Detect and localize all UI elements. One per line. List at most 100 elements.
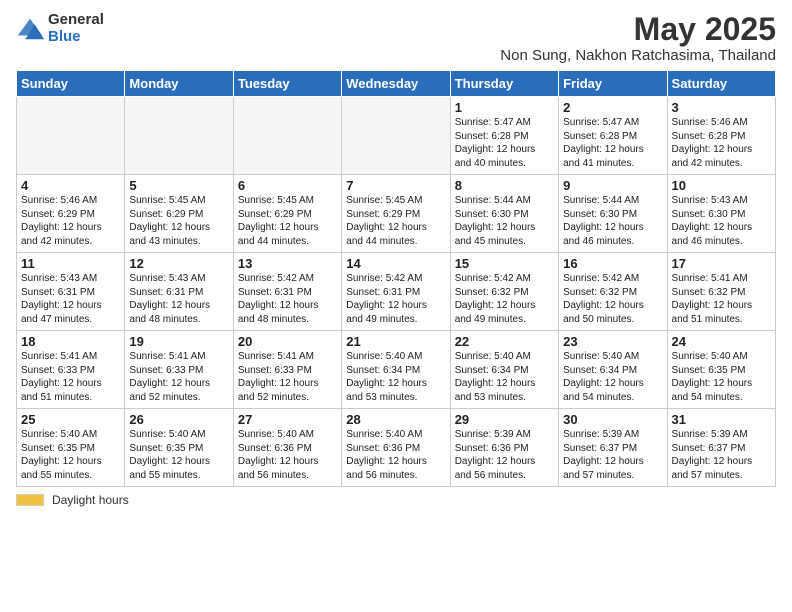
day-number: 18 [21, 334, 120, 349]
logo-blue: Blue [48, 29, 104, 46]
day-number: 10 [672, 178, 771, 193]
calendar-cell-w5-d2: 26Sunrise: 5:40 AM Sunset: 6:35 PM Dayli… [125, 409, 233, 487]
calendar-cell-w5-d3: 27Sunrise: 5:40 AM Sunset: 6:36 PM Dayli… [233, 409, 341, 487]
calendar-week-1: 1Sunrise: 5:47 AM Sunset: 6:28 PM Daylig… [17, 97, 776, 175]
calendar-week-3: 11Sunrise: 5:43 AM Sunset: 6:31 PM Dayli… [17, 253, 776, 331]
calendar-cell-w3-d4: 14Sunrise: 5:42 AM Sunset: 6:31 PM Dayli… [342, 253, 450, 331]
day-number: 26 [129, 412, 228, 427]
calendar-week-2: 4Sunrise: 5:46 AM Sunset: 6:29 PM Daylig… [17, 175, 776, 253]
day-number: 17 [672, 256, 771, 271]
col-monday: Monday [125, 71, 233, 97]
logo: General Blue [16, 12, 104, 45]
calendar-cell-w5-d7: 31Sunrise: 5:39 AM Sunset: 6:37 PM Dayli… [667, 409, 775, 487]
col-sunday: Sunday [17, 71, 125, 97]
day-number: 15 [455, 256, 554, 271]
calendar-cell-w3-d1: 11Sunrise: 5:43 AM Sunset: 6:31 PM Dayli… [17, 253, 125, 331]
calendar-cell-w4-d6: 23Sunrise: 5:40 AM Sunset: 6:34 PM Dayli… [559, 331, 667, 409]
day-number: 11 [21, 256, 120, 271]
day-info: Sunrise: 5:47 AM Sunset: 6:28 PM Dayligh… [455, 116, 554, 170]
calendar-cell-w3-d6: 16Sunrise: 5:42 AM Sunset: 6:32 PM Dayli… [559, 253, 667, 331]
day-info: Sunrise: 5:39 AM Sunset: 6:37 PM Dayligh… [672, 428, 771, 482]
day-info: Sunrise: 5:40 AM Sunset: 6:35 PM Dayligh… [21, 428, 120, 482]
day-number: 14 [346, 256, 445, 271]
day-number: 19 [129, 334, 228, 349]
day-info: Sunrise: 5:40 AM Sunset: 6:34 PM Dayligh… [563, 350, 662, 404]
col-friday: Friday [559, 71, 667, 97]
day-info: Sunrise: 5:46 AM Sunset: 6:28 PM Dayligh… [672, 116, 771, 170]
day-number: 2 [563, 100, 662, 115]
day-number: 27 [238, 412, 337, 427]
calendar-cell-w2-d2: 5Sunrise: 5:45 AM Sunset: 6:29 PM Daylig… [125, 175, 233, 253]
calendar-table: Sunday Monday Tuesday Wednesday Thursday… [16, 70, 776, 487]
day-number: 1 [455, 100, 554, 115]
day-number: 25 [21, 412, 120, 427]
calendar-cell-w3-d5: 15Sunrise: 5:42 AM Sunset: 6:32 PM Dayli… [450, 253, 558, 331]
col-saturday: Saturday [667, 71, 775, 97]
day-number: 22 [455, 334, 554, 349]
calendar-cell-w1-d5: 1Sunrise: 5:47 AM Sunset: 6:28 PM Daylig… [450, 97, 558, 175]
calendar-week-5: 25Sunrise: 5:40 AM Sunset: 6:35 PM Dayli… [17, 409, 776, 487]
logo-text: General Blue [48, 12, 104, 45]
day-info: Sunrise: 5:40 AM Sunset: 6:34 PM Dayligh… [346, 350, 445, 404]
day-info: Sunrise: 5:39 AM Sunset: 6:36 PM Dayligh… [455, 428, 554, 482]
day-info: Sunrise: 5:40 AM Sunset: 6:34 PM Dayligh… [455, 350, 554, 404]
day-info: Sunrise: 5:41 AM Sunset: 6:33 PM Dayligh… [21, 350, 120, 404]
col-tuesday: Tuesday [233, 71, 341, 97]
calendar-cell-w5-d1: 25Sunrise: 5:40 AM Sunset: 6:35 PM Dayli… [17, 409, 125, 487]
day-info: Sunrise: 5:42 AM Sunset: 6:31 PM Dayligh… [346, 272, 445, 326]
calendar-cell-w4-d7: 24Sunrise: 5:40 AM Sunset: 6:35 PM Dayli… [667, 331, 775, 409]
calendar-cell-w4-d5: 22Sunrise: 5:40 AM Sunset: 6:34 PM Dayli… [450, 331, 558, 409]
day-info: Sunrise: 5:45 AM Sunset: 6:29 PM Dayligh… [346, 194, 445, 248]
day-number: 12 [129, 256, 228, 271]
calendar-cell-w1-d1 [17, 97, 125, 175]
calendar-cell-w5-d6: 30Sunrise: 5:39 AM Sunset: 6:37 PM Dayli… [559, 409, 667, 487]
day-info: Sunrise: 5:40 AM Sunset: 6:35 PM Dayligh… [129, 428, 228, 482]
day-info: Sunrise: 5:39 AM Sunset: 6:37 PM Dayligh… [563, 428, 662, 482]
day-info: Sunrise: 5:41 AM Sunset: 6:33 PM Dayligh… [129, 350, 228, 404]
calendar-cell-w1-d2 [125, 97, 233, 175]
calendar-cell-w1-d3 [233, 97, 341, 175]
calendar-cell-w1-d4 [342, 97, 450, 175]
day-info: Sunrise: 5:40 AM Sunset: 6:36 PM Dayligh… [238, 428, 337, 482]
day-info: Sunrise: 5:42 AM Sunset: 6:31 PM Dayligh… [238, 272, 337, 326]
day-number: 5 [129, 178, 228, 193]
page-container: General Blue May 2025 Non Sung, Nakhon R… [0, 0, 792, 612]
day-info: Sunrise: 5:43 AM Sunset: 6:30 PM Dayligh… [672, 194, 771, 248]
day-number: 28 [346, 412, 445, 427]
calendar-week-4: 18Sunrise: 5:41 AM Sunset: 6:33 PM Dayli… [17, 331, 776, 409]
calendar-cell-w5-d4: 28Sunrise: 5:40 AM Sunset: 6:36 PM Dayli… [342, 409, 450, 487]
main-title: May 2025 [500, 12, 776, 47]
day-info: Sunrise: 5:44 AM Sunset: 6:30 PM Dayligh… [455, 194, 554, 248]
day-info: Sunrise: 5:40 AM Sunset: 6:35 PM Dayligh… [672, 350, 771, 404]
day-number: 29 [455, 412, 554, 427]
day-info: Sunrise: 5:40 AM Sunset: 6:36 PM Dayligh… [346, 428, 445, 482]
calendar-cell-w2-d1: 4Sunrise: 5:46 AM Sunset: 6:29 PM Daylig… [17, 175, 125, 253]
day-number: 30 [563, 412, 662, 427]
calendar-cell-w2-d5: 8Sunrise: 5:44 AM Sunset: 6:30 PM Daylig… [450, 175, 558, 253]
calendar-cell-w1-d6: 2Sunrise: 5:47 AM Sunset: 6:28 PM Daylig… [559, 97, 667, 175]
calendar-cell-w4-d4: 21Sunrise: 5:40 AM Sunset: 6:34 PM Dayli… [342, 331, 450, 409]
footer-label: Daylight hours [52, 493, 129, 507]
day-number: 31 [672, 412, 771, 427]
calendar-cell-w2-d3: 6Sunrise: 5:45 AM Sunset: 6:29 PM Daylig… [233, 175, 341, 253]
day-number: 9 [563, 178, 662, 193]
day-info: Sunrise: 5:45 AM Sunset: 6:29 PM Dayligh… [129, 194, 228, 248]
calendar-body: 1Sunrise: 5:47 AM Sunset: 6:28 PM Daylig… [17, 97, 776, 487]
day-info: Sunrise: 5:41 AM Sunset: 6:33 PM Dayligh… [238, 350, 337, 404]
day-info: Sunrise: 5:44 AM Sunset: 6:30 PM Dayligh… [563, 194, 662, 248]
calendar-cell-w2-d4: 7Sunrise: 5:45 AM Sunset: 6:29 PM Daylig… [342, 175, 450, 253]
day-number: 21 [346, 334, 445, 349]
calendar-cell-w4-d1: 18Sunrise: 5:41 AM Sunset: 6:33 PM Dayli… [17, 331, 125, 409]
day-number: 7 [346, 178, 445, 193]
day-number: 16 [563, 256, 662, 271]
day-info: Sunrise: 5:46 AM Sunset: 6:29 PM Dayligh… [21, 194, 120, 248]
day-number: 13 [238, 256, 337, 271]
day-number: 24 [672, 334, 771, 349]
footer: Daylight hours [16, 493, 776, 507]
daylight-swatch [16, 494, 44, 506]
calendar-cell-w1-d7: 3Sunrise: 5:46 AM Sunset: 6:28 PM Daylig… [667, 97, 775, 175]
day-info: Sunrise: 5:43 AM Sunset: 6:31 PM Dayligh… [21, 272, 120, 326]
calendar-cell-w3-d2: 12Sunrise: 5:43 AM Sunset: 6:31 PM Dayli… [125, 253, 233, 331]
title-block: May 2025 Non Sung, Nakhon Ratchasima, Th… [500, 12, 776, 64]
day-number: 23 [563, 334, 662, 349]
